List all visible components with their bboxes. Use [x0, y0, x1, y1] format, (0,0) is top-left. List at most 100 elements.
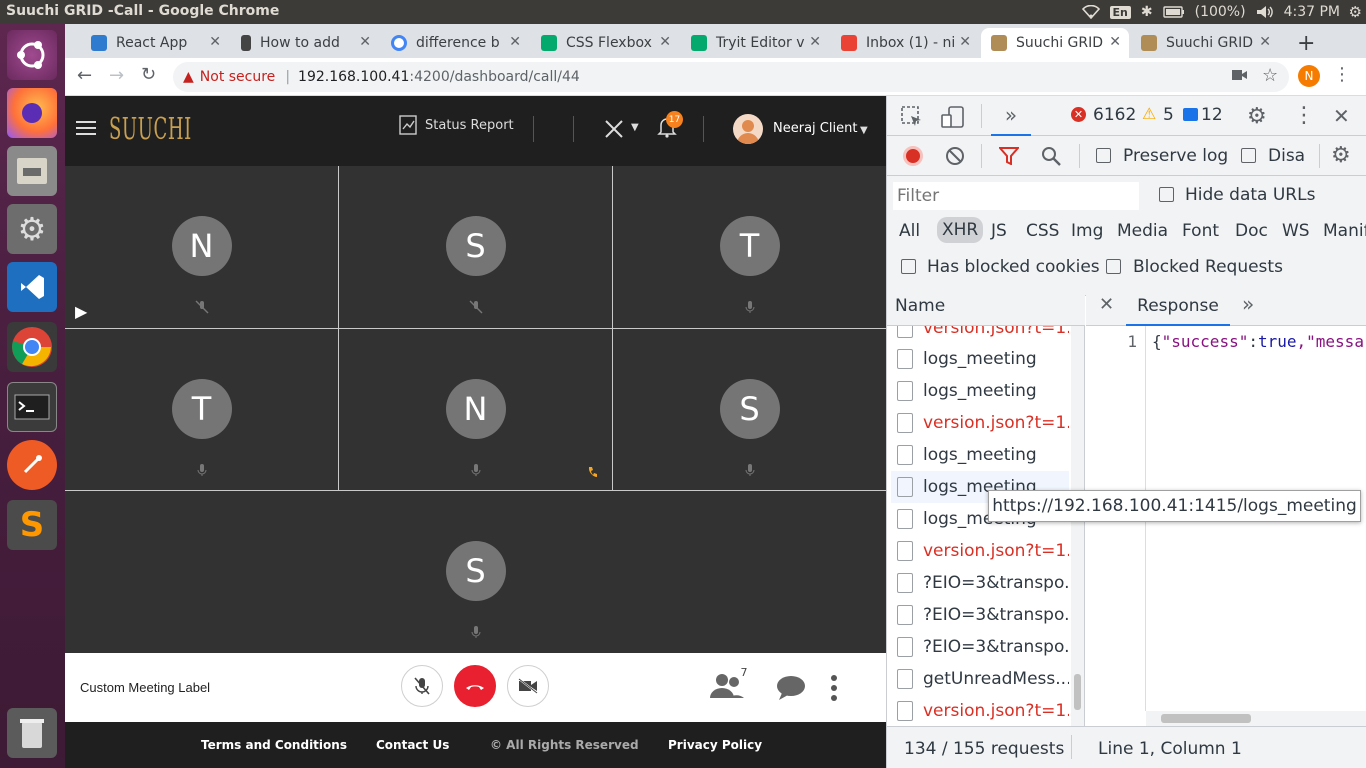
scrollbar-thumb[interactable] [1161, 714, 1251, 723]
chrome-menu-icon[interactable]: ⋮ [1333, 64, 1351, 85]
message-count[interactable]: 12 [1201, 105, 1223, 125]
blocked-requests-checkbox[interactable] [1106, 259, 1121, 274]
camera-icon[interactable] [1232, 68, 1248, 82]
has-blocked-cookies-label[interactable]: Has blocked cookies [927, 257, 1100, 277]
request-row[interactable]: version.json?t=1... [891, 695, 1069, 726]
kebab-menu-icon[interactable]: ⋮ [1293, 103, 1315, 128]
filter-input[interactable] [893, 182, 1139, 210]
device-toolbar-icon[interactable] [941, 105, 965, 129]
bluetooth-icon[interactable]: ✱ [1141, 4, 1153, 20]
request-row[interactable]: version.json?t=1... [891, 407, 1069, 439]
response-tab[interactable]: Response [1126, 286, 1230, 326]
type-filter-ws[interactable]: WS [1282, 221, 1310, 241]
type-filter-manifest[interactable]: Manif [1323, 221, 1366, 241]
vscode-icon[interactable] [7, 262, 57, 312]
disable-cache-label[interactable]: Disa [1268, 146, 1305, 166]
chat-icon[interactable] [776, 675, 806, 701]
type-filter-js[interactable]: JS [991, 221, 1007, 241]
reload-icon[interactable]: ↻ [141, 64, 156, 85]
close-icon[interactable]: ✕ [1259, 34, 1271, 50]
tab-suuchi-grid-active[interactable]: Suuchi GRID ✕ [981, 28, 1129, 58]
volume-icon[interactable] [1256, 5, 1274, 19]
close-icon[interactable]: ✕ [959, 34, 971, 50]
close-icon[interactable]: ✕ [359, 34, 371, 50]
forward-icon[interactable]: → [109, 65, 124, 86]
terminal-icon[interactable] [7, 382, 57, 432]
close-devtools-icon[interactable]: ✕ [1333, 104, 1350, 128]
request-row[interactable]: logs_meeting [891, 375, 1069, 407]
hamburger-menu-icon[interactable] [76, 120, 96, 136]
tab-css-flexbox[interactable]: CSS Flexbox ✕ [531, 28, 679, 58]
type-filter-img[interactable]: Img [1071, 221, 1103, 241]
tab-how-to-add[interactable]: How to add ✕ [231, 28, 379, 58]
suuchi-logo[interactable]: SUUCHI [109, 112, 192, 147]
type-filter-all[interactable]: All [899, 221, 920, 241]
participant-tile[interactable]: N ▶ [65, 166, 339, 329]
not-secure-label[interactable]: Not secure [200, 69, 276, 85]
tab-difference[interactable]: difference b ✕ [381, 28, 529, 58]
close-icon[interactable]: ✕ [509, 34, 521, 50]
tab-react-app[interactable]: React App ✕ [81, 28, 229, 58]
tools-icon[interactable] [603, 118, 625, 140]
tab-suuchi-grid[interactable]: Suuchi GRID ✕ [1131, 28, 1279, 58]
back-icon[interactable]: ← [77, 65, 92, 86]
privacy-link[interactable]: Privacy Policy [668, 738, 762, 752]
request-row[interactable]: getUnreadMess... [891, 663, 1069, 695]
keyboard-indicator[interactable]: En [1109, 5, 1131, 19]
request-list-scrollbar[interactable] [1071, 326, 1084, 726]
close-detail-icon[interactable]: ✕ [1099, 294, 1114, 315]
battery-icon[interactable] [1162, 6, 1185, 18]
more-tabs-icon[interactable]: » [991, 96, 1031, 136]
address-bar[interactable]: ▲ Not secure | 192.168.100.41:4200/dashb… [173, 62, 1289, 92]
chevron-down-icon[interactable]: ▼ [631, 122, 639, 133]
user-name[interactable]: Neeraj Client [773, 121, 857, 136]
name-column-header[interactable]: Name [887, 286, 1085, 326]
response-body[interactable]: {"success":true,"messa [1152, 332, 1366, 351]
disable-cache-checkbox[interactable] [1241, 148, 1256, 163]
clock[interactable]: 4:37 PM [1284, 4, 1340, 20]
sublime-icon[interactable]: S [7, 500, 57, 550]
settings-icon[interactable]: ⚙ [7, 204, 57, 254]
error-count[interactable]: 6162 [1093, 105, 1136, 125]
warning-icon[interactable]: ⚠ [1142, 104, 1156, 123]
participant-tile[interactable]: N [339, 329, 613, 491]
new-tab-button[interactable]: + [1287, 28, 1317, 58]
user-avatar[interactable] [733, 114, 763, 144]
type-filter-css[interactable]: CSS [1026, 221, 1059, 241]
search-icon[interactable] [1041, 146, 1061, 166]
tab-tryit-editor[interactable]: Tryit Editor v ✕ [681, 28, 829, 58]
hide-data-urls-label[interactable]: Hide data URLs [1185, 185, 1315, 205]
request-row[interactable]: ?EIO=3&transpo... [891, 567, 1069, 599]
firefox-icon[interactable] [7, 88, 57, 138]
network-settings-icon[interactable]: ⚙ [1331, 143, 1351, 168]
profile-avatar[interactable]: N [1298, 65, 1320, 87]
mute-button[interactable] [401, 665, 443, 707]
participant-tile[interactable]: S [65, 491, 886, 653]
close-icon[interactable]: ✕ [209, 34, 221, 50]
chevron-down-icon[interactable]: ▼ [860, 125, 868, 136]
warning-count[interactable]: 5 [1163, 105, 1174, 125]
preserve-log-checkbox[interactable] [1096, 148, 1111, 163]
request-row[interactable]: version.json?t=1... [891, 326, 1069, 344]
status-report-link[interactable]: Status Report [425, 118, 514, 133]
type-filter-media[interactable]: Media [1117, 221, 1168, 241]
more-options-icon[interactable] [830, 675, 838, 701]
participant-tile[interactable]: T [65, 329, 339, 491]
bookmark-star-icon[interactable]: ☆ [1262, 65, 1278, 86]
horizontal-scrollbar[interactable] [1146, 711, 1366, 726]
more-detail-tabs-icon[interactable]: » [1242, 292, 1254, 316]
terms-link[interactable]: Terms and Conditions [201, 738, 347, 752]
settings-gear-icon[interactable]: ⚙ [1247, 104, 1267, 129]
request-row[interactable]: ?EIO=3&transpo... [891, 631, 1069, 663]
request-row[interactable]: version.json?t=1... [891, 535, 1069, 567]
participant-tile[interactable]: S [339, 166, 613, 329]
inspect-element-icon[interactable] [901, 106, 923, 128]
preserve-log-label[interactable]: Preserve log [1123, 146, 1228, 166]
close-icon[interactable]: ✕ [1109, 34, 1121, 50]
request-row[interactable]: ?EIO=3&transpo... [891, 599, 1069, 631]
message-icon[interactable] [1183, 108, 1198, 121]
chrome-icon[interactable] [7, 322, 57, 372]
scrollbar-thumb[interactable] [1074, 674, 1081, 710]
blocked-requests-label[interactable]: Blocked Requests [1133, 257, 1283, 277]
close-icon[interactable]: ✕ [659, 34, 671, 50]
